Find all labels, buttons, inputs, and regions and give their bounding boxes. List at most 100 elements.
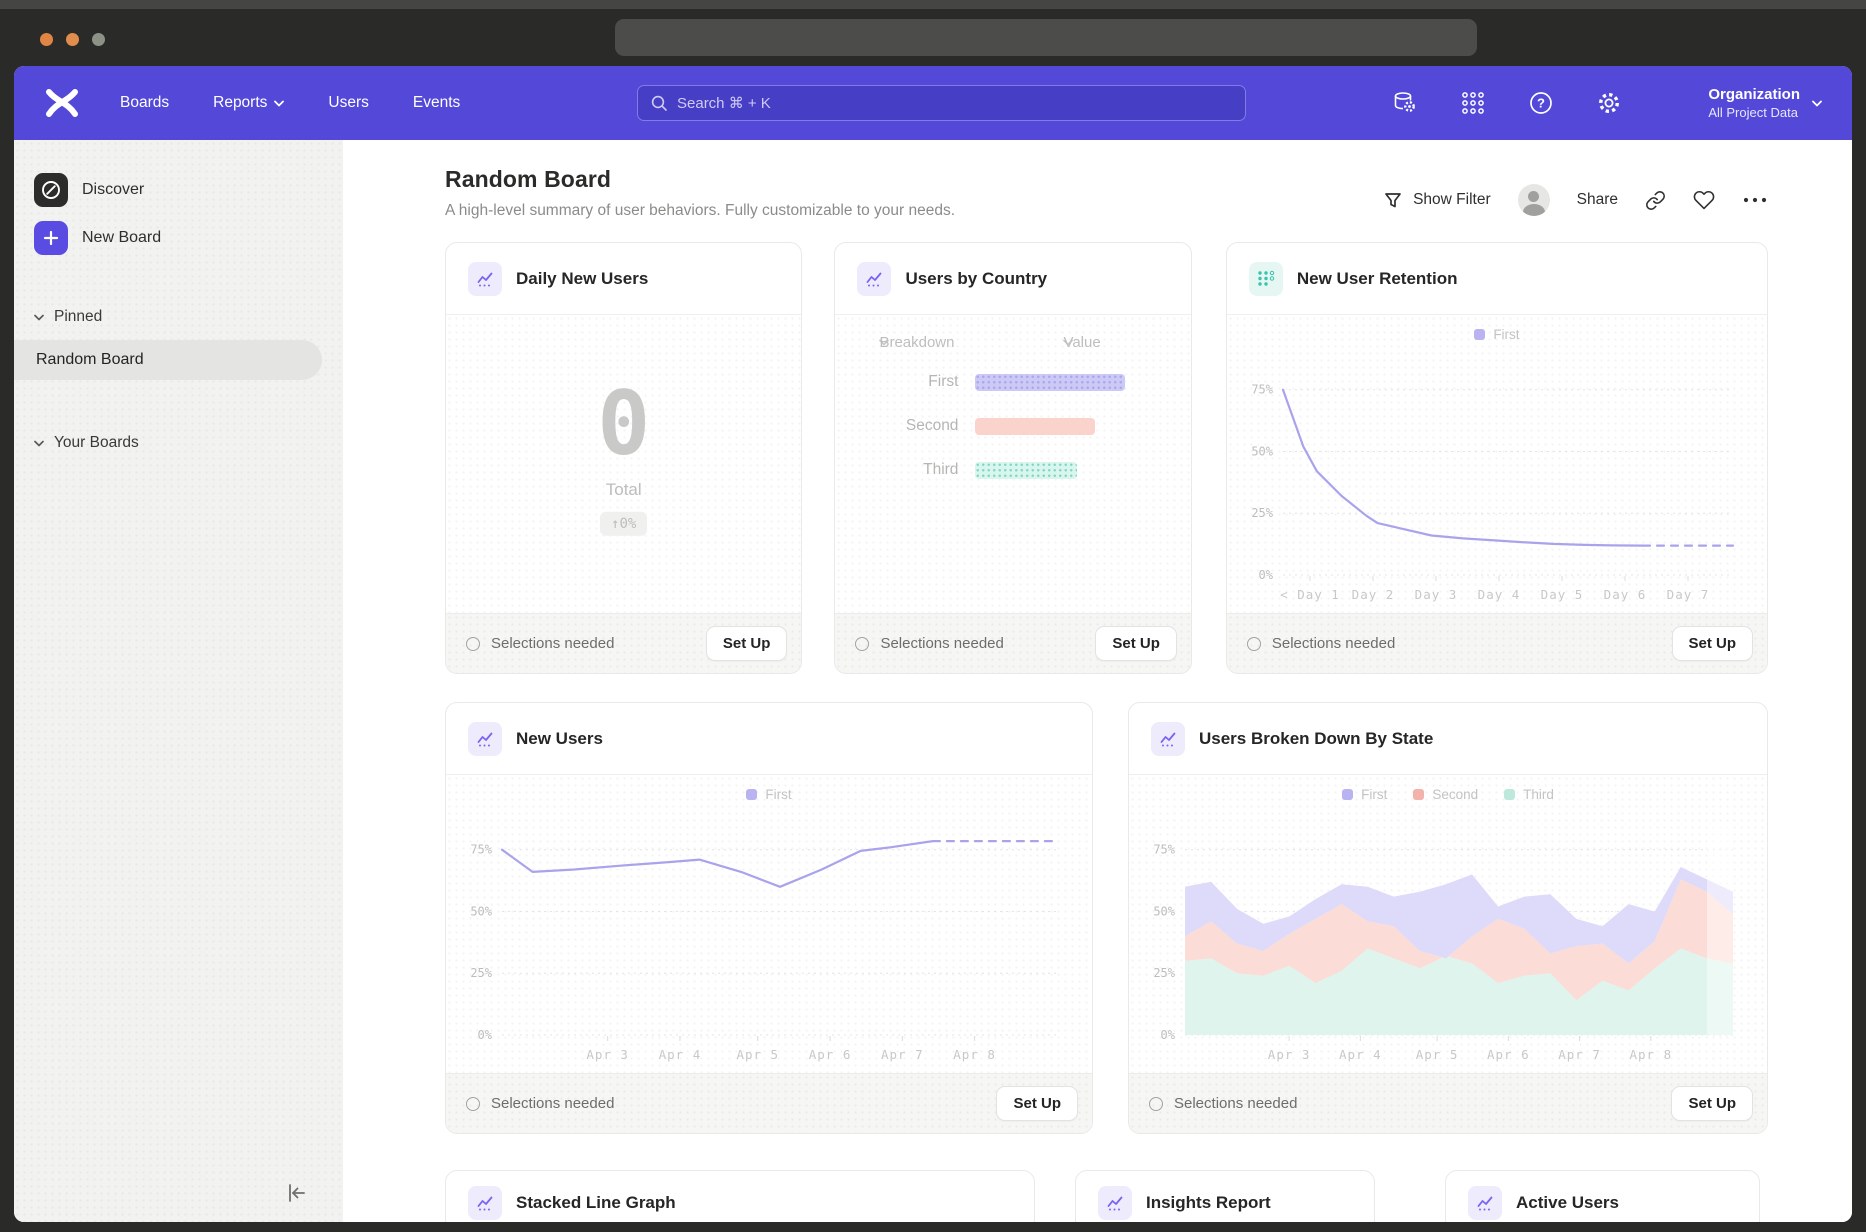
bar-second — [975, 418, 1095, 435]
set-up-button[interactable]: Set Up — [996, 1086, 1078, 1121]
window-traffic-lights[interactable] — [40, 33, 105, 46]
svg-text:Apr 4: Apr 4 — [659, 1047, 702, 1062]
favorite-heart-icon[interactable] — [1693, 189, 1715, 211]
help-icon[interactable]: ? — [1528, 90, 1554, 116]
status-label: Selections needed — [880, 635, 1003, 652]
nav-item-reports[interactable]: Reports — [213, 94, 284, 112]
share-button[interactable]: Share — [1577, 191, 1618, 209]
data-management-icon[interactable] — [1392, 90, 1418, 116]
more-options-icon[interactable] — [1742, 190, 1768, 210]
legend-label: First — [765, 787, 791, 802]
svg-text:Apr 3: Apr 3 — [586, 1047, 629, 1062]
browser-top-strip — [0, 0, 1866, 9]
window-close-button[interactable] — [40, 33, 53, 46]
plus-icon — [34, 221, 68, 255]
nav-item-events[interactable]: Events — [413, 94, 460, 112]
metric-label: Total — [446, 480, 801, 500]
card-active-users: Active Users — [1445, 1170, 1760, 1222]
card-title: Daily New Users — [516, 269, 648, 289]
avatar[interactable] — [1518, 184, 1550, 216]
show-filter-button[interactable]: Show Filter — [1383, 190, 1491, 210]
bar-category-label: First — [835, 373, 975, 391]
search-placeholder: Search ⌘ + K — [677, 94, 771, 112]
metric-value: 0 — [446, 380, 801, 468]
state-chart-body: First Second Third 75%50%25%0%Apr 3Apr 4… — [1129, 775, 1767, 1073]
window-zoom-button[interactable] — [92, 33, 105, 46]
card-title: New User Retention — [1297, 269, 1458, 289]
chevron-down-icon — [1812, 100, 1822, 107]
bar-third — [975, 462, 1077, 479]
empty-circle-icon — [1247, 637, 1261, 651]
retention-grid-icon — [1249, 262, 1283, 296]
breakdown-dropdown[interactable]: Breakdown — [879, 339, 889, 346]
sidebar-item-new-board[interactable]: New Board — [14, 214, 343, 262]
card-title: Users by Country — [905, 269, 1047, 289]
link-icon[interactable] — [1645, 190, 1666, 211]
card-footer: Selections needed Set Up — [1129, 1073, 1767, 1133]
svg-text:Day 5: Day 5 — [1541, 587, 1584, 602]
bar-row: First — [835, 361, 1190, 403]
window-minimize-button[interactable] — [66, 33, 79, 46]
line-chart-icon — [1468, 1186, 1502, 1220]
value-dropdown[interactable]: Value — [1063, 339, 1073, 346]
chart-legend: First — [446, 787, 1092, 802]
set-up-button[interactable]: Set Up — [1672, 626, 1754, 661]
top-navbar: Boards Reports Users Events Search ⌘ + K — [14, 66, 1852, 140]
legend-swatch — [1342, 789, 1353, 800]
nav-item-label: Users — [328, 94, 368, 112]
set-up-button[interactable]: Set Up — [1671, 1086, 1753, 1121]
card-new-users: New Users First 75%50%25%0%Apr 3Apr 4Apr… — [445, 702, 1093, 1134]
org-switcher[interactable]: Organization All Project Data — [1708, 66, 1822, 140]
svg-text:< Day 1: < Day 1 — [1280, 587, 1340, 602]
svg-text:50%: 50% — [1251, 444, 1273, 458]
sidebar-item-label: Discover — [82, 181, 144, 199]
svg-text:Apr 4: Apr 4 — [1339, 1047, 1382, 1062]
nav-item-users[interactable]: Users — [328, 94, 368, 112]
bar-row: Third — [835, 449, 1190, 491]
nav-icon-group: ? — [1392, 66, 1622, 140]
card-footer: Selections needed Set Up — [446, 613, 801, 673]
svg-text:Day 2: Day 2 — [1352, 587, 1395, 602]
svg-text:75%: 75% — [1153, 843, 1175, 857]
chevron-down-icon — [274, 100, 284, 107]
sidebar-item-random-board[interactable]: Random Board — [14, 340, 322, 380]
card-new-user-retention: New User Retention First 75%50%25%0%< Da… — [1226, 242, 1768, 674]
breakdown-label: Breakdown — [879, 334, 954, 351]
svg-text:Apr 6: Apr 6 — [1487, 1047, 1530, 1062]
set-up-button[interactable]: Set Up — [1095, 626, 1177, 661]
sidebar-section-pinned[interactable]: Pinned — [14, 300, 343, 334]
sidebar-section-your-boards[interactable]: Your Boards — [14, 426, 343, 460]
card-footer: Selections needed Set Up — [835, 613, 1190, 673]
chart-legend: First Second Third — [1129, 787, 1767, 802]
svg-text:50%: 50% — [1153, 904, 1175, 918]
empty-circle-icon — [466, 637, 480, 651]
status-label: Selections needed — [1272, 635, 1395, 652]
svg-text:0%: 0% — [478, 1028, 493, 1042]
app-grid-icon[interactable] — [1460, 90, 1486, 116]
bar-first — [975, 374, 1125, 391]
legend-item-third: Third — [1504, 787, 1554, 802]
svg-text:0%: 0% — [1161, 1028, 1176, 1042]
svg-text:Apr 7: Apr 7 — [881, 1047, 924, 1062]
app-window: Boards Reports Users Events Search ⌘ + K — [14, 66, 1852, 1222]
card-users-by-state: Users Broken Down By State First Second … — [1128, 702, 1768, 1134]
line-chart-icon — [857, 262, 891, 296]
bar-chart-body: Breakdown Value First — [835, 315, 1190, 613]
status-label: Selections needed — [491, 635, 614, 652]
svg-text:50%: 50% — [470, 904, 492, 918]
browser-url-bar[interactable] — [615, 19, 1477, 56]
set-up-button[interactable]: Set Up — [706, 626, 788, 661]
status-selections-needed: Selections needed — [1247, 635, 1395, 652]
mixpanel-logo[interactable] — [44, 88, 80, 118]
section-label: Pinned — [54, 308, 102, 326]
collapse-sidebar-icon[interactable] — [283, 1180, 309, 1206]
svg-text:Apr 3: Apr 3 — [1268, 1047, 1311, 1062]
settings-gear-icon[interactable] — [1596, 90, 1622, 116]
metric-delta-badge: ↑0% — [600, 512, 647, 536]
sidebar-item-discover[interactable]: Discover — [14, 166, 343, 214]
search-input[interactable]: Search ⌘ + K — [637, 85, 1246, 121]
nav-item-boards[interactable]: Boards — [120, 94, 169, 112]
nav-item-label: Events — [413, 94, 460, 112]
bar-category-label: Third — [835, 461, 975, 479]
legend-item-first: First — [1474, 327, 1519, 342]
